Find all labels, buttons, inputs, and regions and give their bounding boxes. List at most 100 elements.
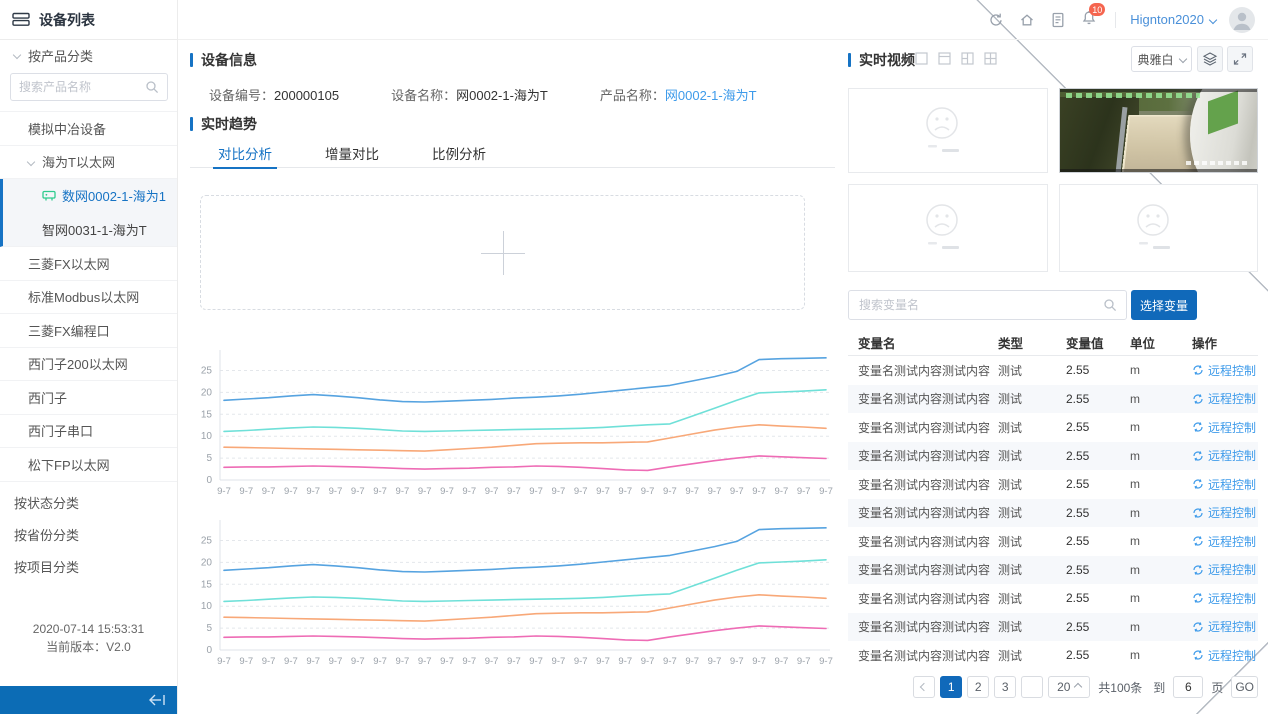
svg-text:0: 0: [206, 645, 212, 656]
type-cell: 测试: [998, 362, 1066, 379]
variables-table: 变量名 类型 变量值 单位 操作 变量名测试内容测试内容 测试 2.55 m 远…: [848, 330, 1258, 670]
no-video-icon: [916, 200, 980, 256]
sidebar-item-product-expanded[interactable]: 海为T以太网: [0, 146, 177, 180]
app-window: 设备列表 按产品分类 模拟中冶设备 海为T以太网 数网0002-1-海为1 智网…: [0, 0, 1268, 714]
layout-1-icon[interactable]: [915, 52, 928, 65]
refresh-icon[interactable]: [988, 12, 1004, 28]
remote-control-link[interactable]: 远程控制: [1192, 504, 1258, 521]
unit-cell: m: [1130, 620, 1192, 634]
value-cell: 2.55: [1066, 506, 1130, 520]
remote-control-icon: [1192, 478, 1204, 490]
prev-page-button[interactable]: [913, 676, 935, 698]
topbar-divider: [1115, 12, 1116, 28]
sidebar-item-product[interactable]: 标准Modbus以太网: [0, 281, 177, 315]
remote-control-link[interactable]: 远程控制: [1192, 362, 1258, 379]
svg-text:9-7: 9-7: [641, 486, 655, 497]
sidebar-item-product-category[interactable]: 按产品分类: [0, 40, 177, 70]
svg-text:9-7: 9-7: [507, 486, 521, 497]
tab-increment-compare[interactable]: 增量对比: [325, 138, 379, 168]
page-button-3[interactable]: 3: [994, 676, 1016, 698]
layout-2-icon[interactable]: [938, 52, 951, 65]
fullscreen-button[interactable]: [1227, 46, 1253, 72]
select-variable-button[interactable]: 选择变量: [1131, 290, 1197, 320]
theme-select[interactable]: 典雅白: [1131, 46, 1192, 72]
layout-3-icon[interactable]: [961, 52, 974, 65]
sidebar-item-product[interactable]: 三菱FX以太网: [0, 247, 177, 281]
remote-control-link[interactable]: 远程控制: [1192, 647, 1258, 664]
page-jump-input[interactable]: [1173, 676, 1203, 698]
sidebar-item-device-selected[interactable]: 数网0002-1-海为1: [3, 179, 177, 213]
collapse-sidebar-icon[interactable]: [147, 693, 167, 707]
trend-tabs: 对比分析 增量对比 比例分析: [190, 138, 835, 168]
remote-control-icon: [1192, 535, 1204, 547]
unit-cell: m: [1130, 392, 1192, 406]
remote-control-link[interactable]: 远程控制: [1192, 590, 1258, 607]
remote-control-link[interactable]: 远程控制: [1192, 476, 1258, 493]
svg-text:9-7: 9-7: [262, 656, 276, 667]
svg-text:9-7: 9-7: [239, 486, 253, 497]
sidebar-item-device[interactable]: 智网0031-1-海为T: [3, 213, 177, 247]
video-slot-empty[interactable]: [1059, 184, 1258, 272]
svg-text:0: 0: [206, 475, 212, 486]
value-cell: 2.55: [1066, 648, 1130, 662]
video-slot-empty[interactable]: [848, 88, 1048, 173]
page-button-1[interactable]: 1: [940, 676, 962, 698]
svg-text:9-7: 9-7: [507, 656, 521, 667]
variable-search-input[interactable]: [848, 290, 1127, 320]
go-button[interactable]: GO: [1231, 676, 1258, 698]
section-title-bar: [190, 117, 193, 131]
svg-text:9-7: 9-7: [730, 486, 744, 497]
video-feed[interactable]: [1059, 88, 1258, 173]
product-name-link[interactable]: 网0002-1-海为T: [665, 88, 757, 103]
sidebar-item-product[interactable]: 西门子串口: [0, 415, 177, 449]
unit-cell: m: [1130, 449, 1192, 463]
svg-text:9-7: 9-7: [329, 656, 343, 667]
remote-control-link[interactable]: 远程控制: [1192, 533, 1258, 550]
sidebar-item-product[interactable]: 模拟中冶设备: [0, 112, 177, 146]
device-info-row: 设备编号：200000105 设备名称：网0002-1-海为T 产品名称：网00…: [209, 85, 757, 104]
sidebar-item-product[interactable]: 西门子: [0, 381, 177, 415]
tab-compare-analysis[interactable]: 对比分析: [218, 138, 272, 168]
sidebar-item-product[interactable]: 三菱FX编程口: [0, 314, 177, 348]
layout-4-icon[interactable]: [984, 52, 997, 65]
svg-text:5: 5: [206, 453, 212, 464]
svg-text:9-7: 9-7: [418, 656, 432, 667]
page-size-select[interactable]: 20: [1048, 676, 1090, 698]
next-page-button[interactable]: [1021, 676, 1043, 698]
home-icon[interactable]: [1019, 12, 1035, 28]
document-icon[interactable]: [1050, 12, 1066, 28]
remote-control-link[interactable]: 远程控制: [1192, 447, 1258, 464]
variable-name-cell: 变量名测试内容测试内容: [848, 618, 998, 635]
expand-icon: [1233, 52, 1247, 66]
value-cell: 2.55: [1066, 534, 1130, 548]
remote-control-link[interactable]: 远程控制: [1192, 419, 1258, 436]
notifications[interactable]: 10: [1081, 10, 1097, 29]
sidebar-item-product[interactable]: 西门子200以太网: [0, 348, 177, 382]
svg-text:9-7: 9-7: [775, 486, 789, 497]
svg-text:9-7: 9-7: [440, 656, 454, 667]
unit-cell: m: [1130, 363, 1192, 377]
remote-control-link[interactable]: 远程控制: [1192, 618, 1258, 635]
remote-control-link[interactable]: 远程控制: [1192, 390, 1258, 407]
total-count: 共100条: [1098, 679, 1142, 696]
layers-button[interactable]: [1197, 46, 1223, 72]
section-title-bar: [848, 53, 851, 67]
sidebar-item-category[interactable]: 按项目分类: [0, 551, 177, 583]
theme-value: 典雅白: [1137, 51, 1173, 68]
remote-control-icon: [1192, 393, 1204, 405]
remote-control-link[interactable]: 远程控制: [1192, 561, 1258, 578]
tab-ratio-analysis[interactable]: 比例分析: [432, 138, 486, 168]
video-slot-empty[interactable]: [848, 184, 1048, 272]
sidebar-item-category[interactable]: 按省份分类: [0, 519, 177, 551]
avatar[interactable]: [1229, 7, 1255, 33]
svg-text:25: 25: [201, 366, 213, 377]
sidebar-item-product[interactable]: 松下FP以太网: [0, 448, 177, 482]
svg-text:9-7: 9-7: [284, 656, 298, 667]
svg-text:5: 5: [206, 623, 212, 634]
page-button-2[interactable]: 2: [967, 676, 989, 698]
svg-text:20: 20: [201, 387, 213, 398]
add-chart-panel[interactable]: [200, 195, 805, 310]
type-cell: 测试: [998, 533, 1066, 550]
sidebar-item-category[interactable]: 按状态分类: [0, 487, 177, 519]
user-menu[interactable]: Hignton2020: [1130, 12, 1216, 27]
